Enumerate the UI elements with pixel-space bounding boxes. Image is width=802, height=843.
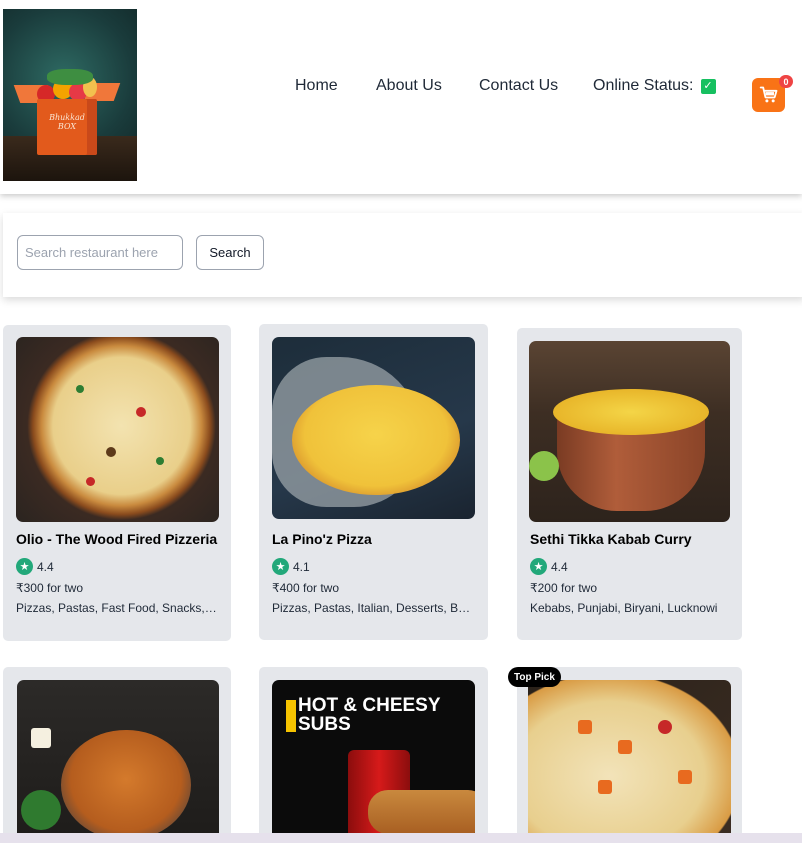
rating-value: 4.4 bbox=[551, 559, 568, 574]
logo-box-text: Bhukkad BOX bbox=[41, 113, 93, 131]
promo-title-line1: HOT & CHEESY bbox=[298, 695, 441, 716]
nav-home-link[interactable]: Home bbox=[295, 77, 338, 95]
restaurant-image bbox=[529, 341, 730, 522]
restaurant-card[interactable] bbox=[3, 667, 231, 843]
nav-about-link[interactable]: About Us bbox=[376, 77, 442, 95]
logo-greens bbox=[47, 69, 93, 85]
restaurant-rating: ★ 4.4 bbox=[16, 558, 54, 575]
restaurant-name: Sethi Tikka Kabab Curry bbox=[530, 531, 692, 547]
star-icon: ★ bbox=[272, 558, 289, 575]
search-button[interactable]: Search bbox=[196, 235, 264, 270]
online-status-label: Online Status: bbox=[593, 77, 694, 94]
star-icon: ★ bbox=[530, 558, 547, 575]
restaurant-cuisines: Pizzas, Pastas, Fast Food, Snacks, Desse… bbox=[16, 601, 218, 615]
restaurant-price: ₹300 for two bbox=[16, 581, 84, 595]
app-header: Bhukkad BOX Home About Us Contact Us Onl… bbox=[0, 0, 802, 194]
rating-value: 4.4 bbox=[37, 559, 54, 574]
restaurant-name: La Pino'z Pizza bbox=[272, 531, 372, 547]
logo-text-line1: Bhukkad bbox=[49, 113, 85, 122]
brand-logo[interactable]: Bhukkad BOX bbox=[3, 9, 137, 181]
restaurant-cuisines: Pizzas, Pastas, Italian, Desserts, Bever… bbox=[272, 601, 474, 615]
restaurant-card[interactable]: Olio - The Wood Fired Pizzeria ★ 4.4 ₹30… bbox=[3, 325, 231, 641]
restaurant-card[interactable]: La Pino'z Pizza ★ 4.1 ₹400 for two Pizza… bbox=[259, 324, 488, 640]
search-section: Search bbox=[3, 213, 802, 297]
cart-count-badge: 0 bbox=[779, 75, 793, 88]
new-tag bbox=[286, 700, 296, 732]
online-status: Online Status: ✓ bbox=[593, 77, 716, 95]
restaurant-image bbox=[16, 337, 219, 522]
restaurant-image bbox=[528, 680, 731, 843]
restaurant-image: HOT & CHEESY SUBS bbox=[272, 680, 475, 843]
online-check-icon: ✓ bbox=[700, 78, 716, 94]
restaurant-cuisines: Kebabs, Punjabi, Biryani, Lucknowi bbox=[530, 601, 718, 615]
restaurant-name: Olio - The Wood Fired Pizzeria bbox=[16, 531, 218, 547]
sub-sandwich bbox=[368, 790, 475, 834]
restaurant-rating: ★ 4.4 bbox=[530, 558, 568, 575]
search-input[interactable] bbox=[17, 235, 183, 270]
restaurant-rating: ★ 4.1 bbox=[272, 558, 310, 575]
promo-title: HOT & CHEESY SUBS bbox=[298, 696, 441, 734]
nav-contact-link[interactable]: Contact Us bbox=[479, 77, 558, 95]
horizontal-scrollbar[interactable] bbox=[0, 833, 802, 843]
restaurant-image bbox=[272, 337, 475, 519]
restaurant-price: ₹200 for two bbox=[530, 581, 598, 595]
star-icon: ★ bbox=[16, 558, 33, 575]
restaurant-price: ₹400 for two bbox=[272, 581, 340, 595]
restaurant-card[interactable]: Sethi Tikka Kabab Curry ★ 4.4 ₹200 for t… bbox=[517, 328, 742, 640]
restaurant-card[interactable] bbox=[517, 667, 742, 843]
cart-icon bbox=[759, 86, 777, 103]
promo-title-line2: SUBS bbox=[298, 714, 351, 735]
restaurant-card[interactable]: HOT & CHEESY SUBS bbox=[259, 667, 488, 843]
restaurant-image bbox=[17, 680, 219, 843]
logo-text-line2: BOX bbox=[57, 122, 77, 131]
top-pick-badge: Top Pick bbox=[508, 667, 561, 687]
rating-value: 4.1 bbox=[293, 559, 310, 574]
